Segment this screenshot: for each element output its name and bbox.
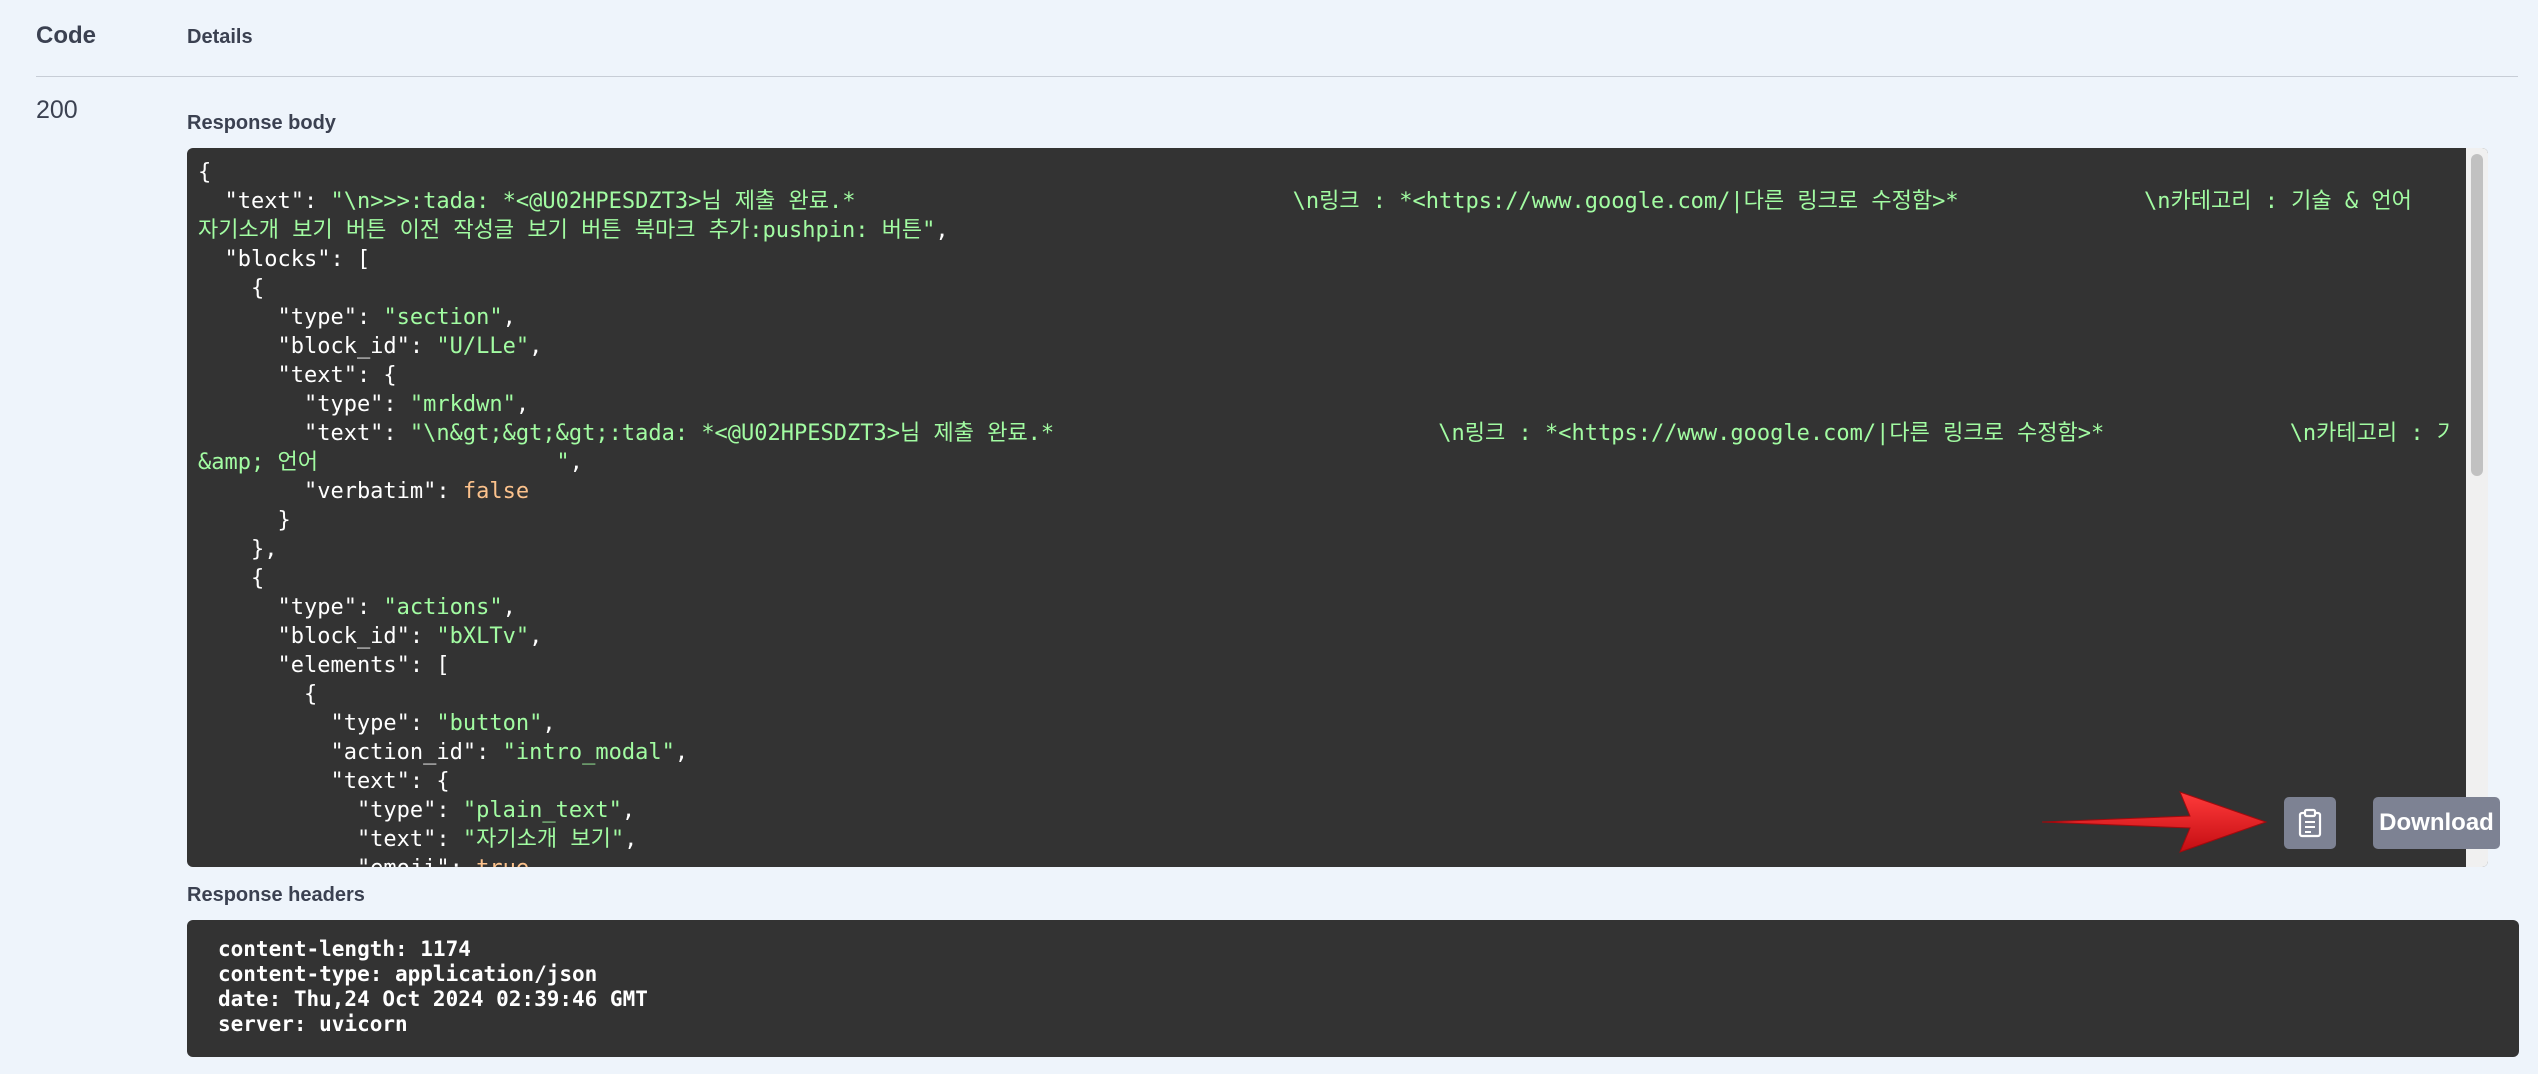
- json-token: "text": {: [198, 363, 397, 388]
- json-token: "elements": [: [198, 653, 450, 678]
- json-token: {: [198, 160, 212, 185]
- json-string: &amp; 언어 ": [198, 450, 570, 475]
- json-token: "text":: [198, 827, 463, 852]
- json-token: ,: [935, 218, 949, 243]
- header-line: date: Thu,24 Oct 2024 02:39:46 GMT: [218, 987, 648, 1011]
- json-token: "verbatim":: [198, 479, 463, 504]
- json-token: ,: [529, 624, 543, 649]
- json-token: {: [198, 276, 265, 301]
- code-line: {: [198, 274, 2452, 303]
- header-divider: [36, 76, 2518, 77]
- json-token: "block_id":: [198, 624, 437, 649]
- json-boolean: true: [476, 856, 529, 867]
- json-string: "bXLTv": [436, 624, 530, 649]
- download-button[interactable]: Download: [2373, 797, 2500, 849]
- status-code: 200: [36, 96, 78, 124]
- json-token: },: [198, 537, 278, 562]
- json-token: {: [198, 566, 265, 591]
- json-string: "\n>>>:tada: *<@U02HPESDZT3>님 제출 완료.* \n…: [330, 189, 2412, 214]
- json-token: "type":: [198, 798, 463, 823]
- json-string: "mrkdwn": [409, 392, 516, 417]
- header-line: content-type: application/json: [218, 962, 598, 986]
- json-token: ,: [502, 595, 516, 620]
- code-line: "blocks": [: [198, 245, 2452, 274]
- code-column-header: Code: [36, 22, 96, 49]
- code-line: 자기소개 보기 버튼 이전 작성글 보기 버튼 북마크 추가:pushpin: …: [198, 216, 2452, 245]
- code-line: }: [198, 506, 2452, 535]
- code-line: "type": "mrkdwn",: [198, 390, 2452, 419]
- json-token: }: [198, 508, 291, 533]
- code-line: "verbatim": false: [198, 477, 2452, 506]
- json-token: ,: [515, 392, 530, 417]
- json-token: ,: [569, 450, 583, 475]
- details-column-header: Details: [187, 26, 253, 48]
- code-line: &amp; 언어 ",: [198, 448, 2452, 477]
- code-line: "action_id": "intro_modal",: [198, 738, 2452, 767]
- json-string: "plain_text": [462, 798, 622, 823]
- red-arrow-annotation: [2041, 791, 2268, 853]
- code-line: },: [198, 535, 2452, 564]
- json-token: "block_id":: [198, 334, 437, 359]
- json-string: "actions": [383, 595, 503, 620]
- json-token: "text":: [198, 189, 331, 214]
- json-string: "section": [383, 305, 503, 330]
- json-string: "intro_modal": [502, 740, 675, 765]
- code-line: "block_id": "U/LLe",: [198, 332, 2452, 361]
- response-headers-code[interactable]: content-length: 1174 content-type: applic…: [218, 937, 648, 1037]
- json-token: ,: [621, 798, 636, 823]
- json-token: "action_id":: [198, 740, 503, 765]
- response-headers-panel: content-length: 1174 content-type: applic…: [187, 920, 2519, 1057]
- json-token: ,: [542, 711, 556, 736]
- header-line: content-length: 1174: [218, 937, 471, 961]
- json-token: "type":: [198, 305, 384, 330]
- json-string: "U/LLe": [436, 334, 530, 359]
- json-string: "자기소개 보기": [462, 827, 625, 852]
- json-token: ,: [529, 334, 543, 359]
- json-boolean: false: [462, 479, 530, 504]
- header-line: server: uvicorn: [218, 1012, 408, 1036]
- code-line: {: [198, 680, 2452, 709]
- response-headers-label: Response headers: [187, 884, 365, 906]
- response-body-code[interactable]: { "text": "\n>>>:tada: *<@U02HPESDZT3>님 …: [198, 158, 2452, 867]
- clipboard-icon: [2298, 808, 2322, 838]
- copy-to-clipboard-button[interactable]: [2284, 797, 2336, 849]
- scrollbar-thumb[interactable]: [2471, 154, 2483, 476]
- json-token: ,: [502, 305, 516, 330]
- code-line: "block_id": "bXLTv",: [198, 622, 2452, 651]
- json-token: "blocks": [: [198, 247, 371, 272]
- code-line: "type": "section",: [198, 303, 2452, 332]
- json-token: {: [198, 682, 318, 707]
- code-line: "text": {: [198, 361, 2452, 390]
- response-body-label: Response body: [187, 112, 336, 134]
- json-string: "\n&gt;&gt;&gt;:tada: *<@U02HPESDZT3>님 제…: [409, 421, 2452, 446]
- json-token: "text":: [198, 421, 410, 446]
- json-token: "type":: [198, 711, 437, 736]
- response-body-panel[interactable]: { "text": "\n>>>:tada: *<@U02HPESDZT3>님 …: [187, 148, 2488, 867]
- json-string: 자기소개 보기 버튼 이전 작성글 보기 버튼 북마크 추가:pushpin: …: [198, 218, 936, 243]
- json-token: "text": {: [198, 769, 450, 794]
- json-token: "type":: [198, 595, 384, 620]
- code-line: "text": "\n>>>:tada: *<@U02HPESDZT3>님 제출…: [198, 187, 2452, 216]
- vertical-scrollbar[interactable]: [2466, 148, 2488, 867]
- json-string: "button": [436, 711, 543, 736]
- code-line: "type": "actions",: [198, 593, 2452, 622]
- json-token: ,: [624, 827, 638, 852]
- json-token: "emoji":: [198, 856, 476, 867]
- code-line: {: [198, 158, 2452, 187]
- json-token: "type":: [198, 392, 410, 417]
- code-line: "elements": [: [198, 651, 2452, 680]
- json-token: ,: [674, 740, 689, 765]
- code-line: "type": "button",: [198, 709, 2452, 738]
- code-line: "text": "\n&gt;&gt;&gt;:tada: *<@U02HPES…: [198, 419, 2452, 448]
- code-line: {: [198, 564, 2452, 593]
